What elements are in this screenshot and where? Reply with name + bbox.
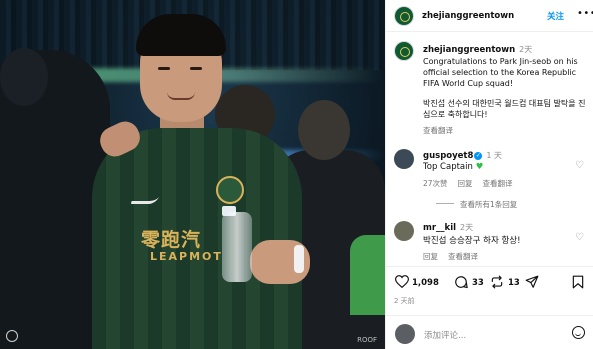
current-user-avatar: [395, 324, 415, 344]
comment-see-translation[interactable]: 查看翻译: [483, 179, 513, 188]
player-eye-right: [190, 67, 202, 70]
caption-username[interactable]: zhejianggreentown: [423, 45, 515, 55]
like-icon[interactable]: [395, 275, 409, 288]
comment-likes[interactable]: 27次赞: [423, 179, 448, 188]
comment-meta: 回复 查看翻译: [423, 251, 488, 262]
comment-time: 2天: [460, 223, 474, 232]
emoji-icon[interactable]: [572, 326, 585, 339]
post-header: zhejianggreentown 关注 •••: [386, 0, 593, 32]
comment-icon[interactable]: [454, 275, 468, 289]
player-smile: [167, 92, 195, 100]
comment-like-icon[interactable]: ♡: [575, 232, 584, 243]
water-bottle: [222, 212, 252, 282]
comment-text: Top Captain: [423, 162, 473, 172]
background-green-shirt: [350, 235, 385, 315]
add-comment-input[interactable]: 添加评论...: [424, 329, 466, 341]
photo-credit: ROOF: [357, 336, 377, 344]
header-avatar[interactable]: [394, 6, 414, 26]
likes-count[interactable]: 1,098: [412, 278, 439, 288]
caption-avatar[interactable]: [394, 41, 414, 61]
follow-button[interactable]: 关注: [547, 10, 564, 22]
comment-bar-divider: [386, 315, 593, 316]
comment-text-row: Top Captain ♥: [423, 162, 483, 172]
player-hair: [136, 14, 226, 56]
comments-count[interactable]: 33: [472, 278, 484, 288]
shares-count[interactable]: 13: [508, 278, 520, 288]
comment-avatar[interactable]: [394, 149, 414, 169]
sponsor-text-english: LEAPMOT: [150, 250, 223, 263]
comment-meta: 27次赞 回复 查看翻译: [423, 178, 523, 189]
share-send-icon[interactable]: [525, 275, 539, 289]
actions-divider: [386, 266, 593, 267]
club-badge: [216, 176, 244, 204]
sponsor-text-chinese: 零跑汽: [141, 229, 202, 251]
header-username[interactable]: zhejianggreentown: [422, 11, 514, 21]
caption-time: 2天: [519, 45, 533, 54]
comment-time: 1 天: [486, 151, 503, 160]
post-caption: Congratulations to Park Jin-seob on his …: [423, 56, 588, 120]
tagged-users-icon[interactable]: [6, 330, 18, 342]
green-heart-emoji-icon: ♥: [475, 162, 484, 172]
more-options-icon[interactable]: •••: [577, 8, 593, 19]
save-bookmark-icon[interactable]: [572, 275, 584, 289]
player-wristband: [294, 245, 304, 273]
instagram-post-view: 零跑汽 LEAPMOT ROOF zhejianggreentown 关注 ••…: [0, 0, 593, 349]
comment-like-icon[interactable]: ♡: [575, 160, 584, 171]
post-date[interactable]: 2 天前: [394, 296, 415, 306]
comment-username[interactable]: mr__kil: [423, 223, 456, 233]
comment-reply-button[interactable]: 回复: [423, 252, 438, 261]
caption-username-row: zhejianggreentown 2天: [423, 44, 532, 55]
caption-english: Congratulations to Park Jin-seob on his …: [423, 57, 578, 88]
comment-text: 박진섭 승승장구 하자 항상!: [423, 236, 521, 246]
player-eye-left: [158, 67, 170, 70]
post-sidebar: zhejianggreentown 关注 ••• zhejianggreento…: [385, 0, 593, 349]
comment-avatar[interactable]: [394, 221, 414, 241]
comment-username-row: mr__kil 2天: [423, 222, 473, 233]
view-replies-button[interactable]: 查看所有1条回复: [436, 199, 517, 210]
post-photo[interactable]: 零跑汽 LEAPMOT ROOF: [0, 0, 385, 349]
comment-see-translation[interactable]: 查看翻译: [448, 252, 478, 261]
comment-reply-button[interactable]: 回复: [458, 179, 473, 188]
background-person-head-2: [298, 100, 350, 160]
comment-username-row: guspoyet8 ✓ 1 天: [423, 150, 502, 161]
repost-icon[interactable]: [490, 275, 504, 289]
comment-username[interactable]: guspoyet8: [423, 151, 473, 161]
verified-badge-icon: ✓: [474, 152, 483, 160]
caption-korean: 박진섭 선수의 대한민국 월드컵 대표팀 발탁을 진심으로 축하합니다!: [423, 99, 586, 119]
foreground-person-left-head: [0, 48, 48, 106]
caption-see-translation[interactable]: 查看翻译: [423, 125, 453, 136]
